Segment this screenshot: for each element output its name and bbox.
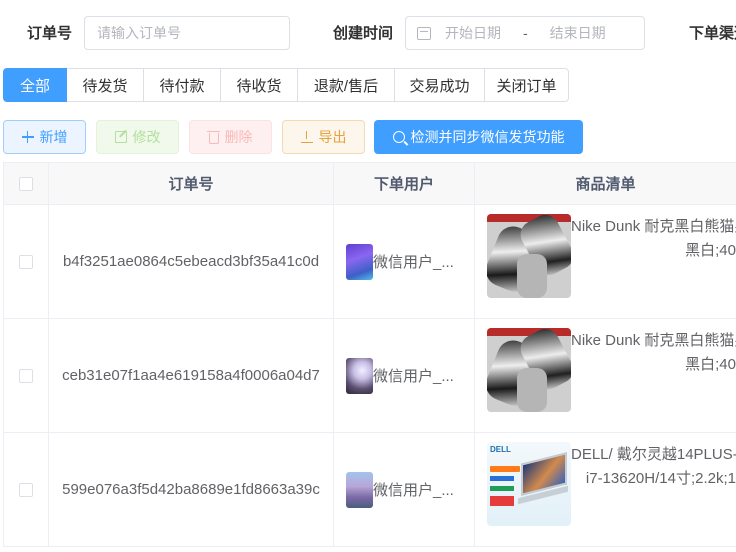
edit-icon [114,131,127,143]
edit-button[interactable]: 修改 [96,120,179,154]
export-button-label: 导出 [318,129,347,145]
date-separator: - [523,25,528,41]
row-checkbox[interactable] [19,368,33,383]
header-goods: 商品清单 [474,162,736,205]
avatar [346,471,373,508]
row-checkbox[interactable] [19,254,33,269]
goods-cell: Nike Dunk 耐克黑白熊猫男 黑白;40 [474,204,736,319]
row-checkbox[interactable] [19,482,33,497]
tab-closed-orders[interactable]: 关闭订单 [484,68,569,102]
create-time-label: 创建时间 [333,25,394,42]
download-icon [300,131,313,143]
goods-cell: DELL DELL/ 戴尔灵越14PLUS-7 i7-13620H/14寸;2.… [474,432,736,547]
user-name: 微信用户_... [373,482,454,499]
order-no-input-wrapper[interactable] [84,16,290,50]
sync-wechat-shipping-button[interactable]: 检测并同步微信发货功能 [374,120,583,154]
plus-icon [21,131,34,143]
search-form: 订单号 创建时间 开始日期 - 结束日期 下单渠道 [0,14,736,52]
header-order-no: 订单号 [48,162,334,205]
tab-pending-receipt[interactable]: 待收货 [220,68,298,102]
goods-title: DELL/ 戴尔灵越14PLUS-7 [571,446,736,463]
user-cell: 微信用户_... [334,471,474,508]
add-button[interactable]: 新增 [3,120,86,154]
end-date-input[interactable]: 结束日期 [550,23,606,43]
order-no-cell: 599e076a3f5d42ba8689e1fd8663a39c [62,481,320,498]
goods-spec: i7-13620H/14寸;2.2k;1 [585,470,736,487]
order-no-label: 订单号 [27,25,73,42]
order-no-cell: b4f3251ae0864c5ebeacd3bf35a41c0d [62,253,320,270]
start-date-input[interactable]: 开始日期 [445,23,501,43]
edit-button-label: 修改 [132,129,161,145]
order-no-input[interactable] [85,17,289,49]
avatar [346,243,373,280]
dell-logo: DELL [490,445,511,454]
tab-trade-success[interactable]: 交易成功 [394,68,485,102]
product-image[interactable] [487,328,571,412]
user-cell: 微信用户_... [334,243,474,280]
goods-title: Nike Dunk 耐克黑白熊猫男 [571,218,736,235]
table-row[interactable]: 599e076a3f5d42ba8689e1fd8663a39c 微信用户_..… [3,432,736,547]
order-no-cell: ceb31e07f1aa4e619158a4f0006a04d7 [62,367,320,384]
tab-pending-shipment[interactable]: 待发货 [66,68,144,102]
user-name: 微信用户_... [373,254,454,271]
order-status-tabs: 全部 待发货 待付款 待收货 退款/售后 交易成功 关闭订单 [3,68,569,102]
product-image[interactable]: DELL [487,442,571,526]
delete-button[interactable]: 删除 [189,120,272,154]
delete-button-label: 删除 [224,129,253,145]
header-select-all [3,162,49,205]
header-user: 下单用户 [333,162,475,205]
add-button-label: 新增 [39,129,68,145]
tab-pending-payment[interactable]: 待付款 [143,68,221,102]
goods-spec: 黑白;40 [685,242,736,259]
export-button[interactable]: 导出 [282,120,365,154]
goods-cell: Nike Dunk 耐克黑白熊猫男 黑白;40 [474,318,736,433]
user-name: 微信用户_... [373,368,454,385]
goods-spec: 黑白;40 [685,356,736,373]
table-row[interactable]: ceb31e07f1aa4e619158a4f0006a04d7 微信用户_..… [3,318,736,433]
channel-label: 下单渠道 [689,25,736,42]
calendar-icon [417,26,431,40]
sync-button-label: 检测并同步微信发货功能 [410,129,565,145]
trash-icon [206,130,220,144]
tab-all[interactable]: 全部 [3,68,67,102]
table-row[interactable]: b4f3251ae0864c5ebeacd3bf35a41c0d 微信用户_..… [3,204,736,319]
tab-refund-after-sale[interactable]: 退款/售后 [297,68,395,102]
user-cell: 微信用户_... [334,357,474,394]
table-header-row: 订单号 下单用户 商品清单 [3,162,736,205]
select-all-checkbox[interactable] [19,176,33,191]
date-range-picker[interactable]: 开始日期 - 结束日期 [405,16,645,50]
goods-title: Nike Dunk 耐克黑白熊猫男 [571,332,736,349]
product-image[interactable] [487,214,571,298]
orders-table: 订单号 下单用户 商品清单 b4f3251ae0864c5ebeacd3bf35… [3,162,736,547]
search-icon [392,131,405,143]
avatar [346,357,373,394]
